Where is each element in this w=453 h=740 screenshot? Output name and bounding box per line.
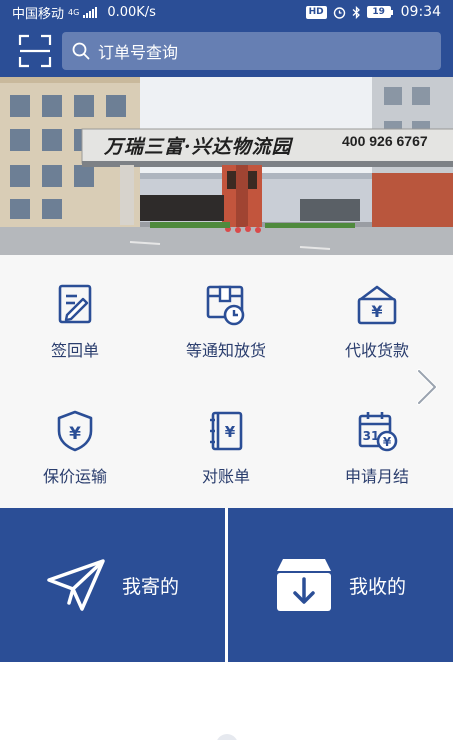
bottom-area	[0, 662, 453, 740]
service-insured-shipping[interactable]: ¥ 保价运输	[0, 409, 150, 509]
insured-shipping-icon: ¥	[57, 410, 93, 452]
service-monthly-settlement[interactable]: 31 ¥ 申请月结	[302, 409, 452, 509]
gate-sign: 万瑞三富·兴达物流园	[104, 136, 292, 158]
status-right: HD 19 09:34	[305, 4, 441, 20]
svg-text:¥: ¥	[371, 302, 382, 321]
battery-level: 19	[372, 7, 385, 17]
svg-text:¥: ¥	[225, 423, 236, 441]
signal-icon	[83, 6, 98, 18]
service-label: 对账单	[201, 467, 250, 486]
hd-badge: HD	[305, 5, 327, 19]
banner-illustration	[0, 77, 453, 255]
chevron-right-icon[interactable]	[415, 367, 439, 407]
network-type: 4G	[68, 7, 80, 17]
inbox-package-icon	[276, 559, 331, 611]
status-left: 中国移动 4G 0.00K/s	[12, 3, 156, 22]
service-label: 申请月结	[344, 467, 409, 486]
service-statement[interactable]: ¥ 对账单	[151, 409, 301, 509]
collection-payment-icon: ¥	[357, 285, 397, 325]
my-sent-label: 我寄的	[121, 575, 179, 598]
my-received-label: 我收的	[348, 575, 406, 598]
scan-button[interactable]	[18, 34, 52, 68]
battery-icon: 19	[366, 6, 393, 18]
service-label: 等通知放货	[185, 341, 266, 360]
service-release-notice[interactable]: 等通知放货	[151, 283, 301, 383]
status-bar: 中国移动 4G 0.00K/s HD 19 09:34	[0, 0, 453, 24]
services-grid: 签回单 等通知放货 ¥ 代收货款 ¥ 保价运输 ¥ 对账单 31 ¥ 申请月结	[0, 255, 453, 508]
app-header: 订单号查询	[0, 24, 453, 77]
monthly-settlement-icon: 31 ¥	[358, 412, 398, 452]
bluetooth-icon	[352, 5, 360, 19]
alarm-icon	[333, 6, 345, 19]
my-sent-button[interactable]: 我寄的	[0, 508, 225, 662]
carrier-name: 中国移动	[12, 6, 65, 22]
home-indicator[interactable]	[216, 734, 238, 740]
clock-time: 09:34	[400, 4, 441, 20]
my-received-button[interactable]: 我收的	[228, 508, 453, 662]
scan-icon	[18, 34, 52, 67]
service-label: 保价运输	[42, 467, 107, 486]
svg-text:¥: ¥	[383, 435, 392, 449]
order-search-input[interactable]: 订单号查询	[62, 31, 441, 70]
logistics-park-banner[interactable]: 万瑞三富·兴达物流园 400 926 6767	[0, 77, 453, 255]
release-notice-icon	[206, 285, 245, 326]
statement-icon: ¥	[210, 411, 243, 451]
search-icon	[72, 42, 90, 59]
service-label: 代收货款	[344, 341, 409, 360]
search-placeholder: 订单号查询	[98, 42, 179, 62]
paper-plane-icon	[47, 559, 105, 611]
signed-receipt-icon	[58, 284, 92, 324]
service-signed-receipt[interactable]: 签回单	[0, 283, 150, 383]
action-tiles: 我寄的 我收的	[0, 508, 453, 662]
svg-text:¥: ¥	[69, 424, 81, 444]
service-label: 签回单	[50, 341, 99, 360]
gate-phone: 400 926 6767	[342, 133, 428, 149]
network-speed: 0.00K/s	[107, 4, 156, 20]
